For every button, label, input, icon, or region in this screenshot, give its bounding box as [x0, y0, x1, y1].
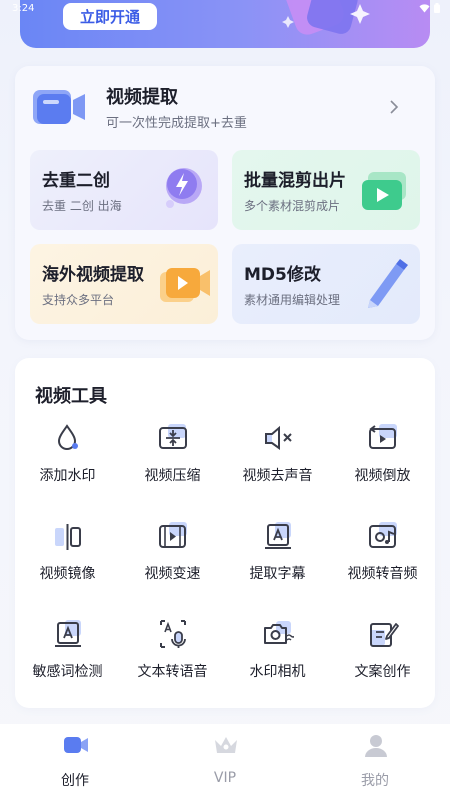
- tool-copywriting[interactable]: 文案创作: [330, 618, 435, 708]
- overseas-extract-tile[interactable]: 海外视频提取 支持众多平台: [30, 244, 218, 324]
- tool-label: 视频转音频: [347, 566, 418, 582]
- tool-mirror[interactable]: 视频镜像: [15, 520, 120, 610]
- video-extract-subtitle: 可一次性完成提取+去重: [106, 116, 247, 131]
- crown-icon: [215, 737, 237, 753]
- status-icons: [419, 3, 440, 13]
- tab-profile[interactable]: 我的: [320, 732, 430, 792]
- tile-subtitle: 多个素材混剪成片: [244, 199, 341, 213]
- status-bar: 3:24: [0, 0, 450, 18]
- text-to-speech-icon: [160, 620, 186, 648]
- sensitive-word-icon: [55, 620, 81, 647]
- compress-icon: [159, 424, 187, 449]
- reverse-icon: [369, 424, 397, 449]
- tool-speed[interactable]: 视频变速: [120, 520, 225, 610]
- lightning-icon: [166, 168, 202, 208]
- tile-title: 去重二创: [42, 171, 110, 191]
- tool-compress[interactable]: 视频压缩: [120, 422, 225, 512]
- tab-label: 创作: [61, 773, 89, 789]
- feature-card: 视频提取 可一次性完成提取+去重 去重二创 去重 二创 出海 批量混剪出片 多个…: [15, 66, 435, 340]
- tool-label: 视频镜像: [39, 566, 96, 582]
- tool-label: 添加水印: [39, 468, 96, 484]
- bottom-tab-bar: 创作 VIP 我的: [0, 724, 450, 800]
- md5-modify-tile[interactable]: MD5修改 素材通用编辑处理: [232, 244, 420, 324]
- tool-extract-subtitle[interactable]: 提取字幕: [225, 520, 330, 610]
- subtitle-icon: [265, 522, 291, 549]
- mirror-icon: [55, 524, 81, 550]
- tool-label: 敏感词检测: [32, 664, 103, 680]
- wifi-icon: [419, 3, 430, 12]
- video-camera-icon: [33, 90, 85, 124]
- tile-title: 海外视频提取: [42, 265, 144, 285]
- tool-label: 文案创作: [354, 664, 411, 680]
- watermark-drop-icon: [57, 424, 78, 450]
- tool-text-to-speech[interactable]: 文本转语音: [120, 618, 225, 708]
- video-tools-card: 视频工具 添加水印 视频压缩 视频去声音 视频倒放 视频镜像 视频变速 提取字幕…: [15, 358, 435, 708]
- video-play-icon: [362, 172, 406, 210]
- tool-sensitive-word[interactable]: 敏感词检测: [15, 618, 120, 708]
- speed-icon: [159, 522, 187, 548]
- copywriting-icon: [370, 623, 399, 647]
- tile-title: MD5修改: [244, 265, 321, 285]
- tile-subtitle: 去重 二创 出海: [42, 199, 122, 213]
- tool-add-watermark[interactable]: 添加水印: [15, 422, 120, 512]
- profile-icon: [365, 735, 387, 757]
- tab-vip[interactable]: VIP: [170, 732, 280, 792]
- tab-label: VIP: [213, 770, 237, 786]
- watermark-camera-icon: [264, 621, 294, 644]
- tool-label: 视频压缩: [144, 468, 201, 484]
- tool-label: 视频去声音: [242, 468, 313, 484]
- tab-label: 我的: [361, 773, 389, 789]
- mute-icon: [265, 425, 292, 450]
- tool-reverse[interactable]: 视频倒放: [330, 422, 435, 512]
- orange-video-icon: [160, 268, 210, 302]
- tool-label: 视频倒放: [354, 468, 411, 484]
- pencil-icon: [368, 259, 408, 308]
- tool-label: 水印相机: [249, 664, 306, 680]
- video-tools-title: 视频工具: [35, 386, 107, 407]
- tool-label: 文本转语音: [137, 664, 208, 680]
- chevron-right-icon: [390, 100, 399, 114]
- to-audio-icon: [369, 522, 397, 548]
- batch-mix-tile[interactable]: 批量混剪出片 多个素材混剪成片: [232, 150, 420, 230]
- tool-mute[interactable]: 视频去声音: [225, 422, 330, 512]
- tile-title: 批量混剪出片: [244, 171, 346, 191]
- create-icon: [64, 737, 88, 753]
- video-extract-title: 视频提取: [106, 87, 178, 108]
- tile-subtitle: 支持众多平台: [42, 293, 115, 307]
- tab-create[interactable]: 创作: [20, 732, 130, 792]
- tool-label: 提取字幕: [249, 566, 306, 582]
- tool-to-audio[interactable]: 视频转音频: [330, 520, 435, 610]
- video-extract-row[interactable]: 视频提取 可一次性完成提取+去重: [15, 66, 435, 146]
- battery-icon: [434, 3, 440, 13]
- tile-subtitle: 素材通用编辑处理: [244, 293, 341, 307]
- status-time: 3:24: [12, 3, 35, 14]
- tool-watermark-camera[interactable]: 水印相机: [225, 618, 330, 708]
- tool-label: 视频变速: [144, 566, 201, 582]
- dedupe-remix-tile[interactable]: 去重二创 去重 二创 出海: [30, 150, 218, 230]
